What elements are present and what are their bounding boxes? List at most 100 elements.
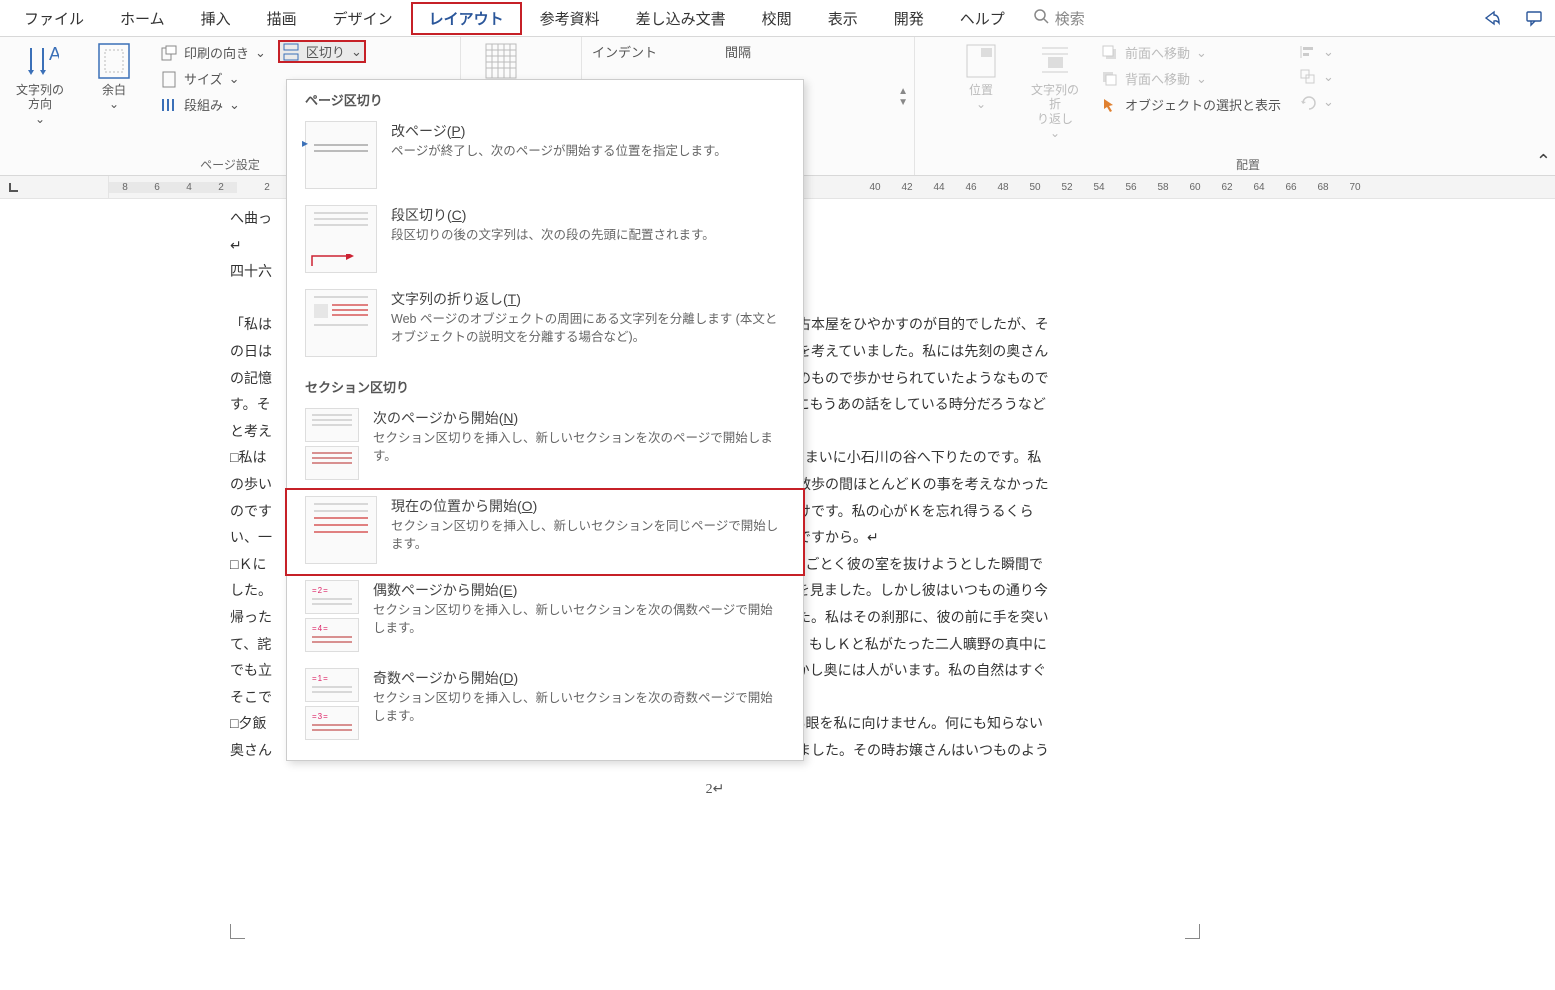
ruler-tick: 68	[1307, 182, 1339, 193]
tab-bar: ファイル ホーム 挿入 描画 デザイン レイアウト 参考資料 差し込み文書 校閲…	[0, 0, 1555, 37]
ruler-tick: 6	[141, 182, 173, 193]
size-button[interactable]: サイズ ⌄	[154, 66, 272, 91]
page-breaks-section-title: ページ区切り	[287, 80, 803, 115]
ruler-tick: 4	[173, 182, 205, 193]
ruler-tick: 50	[1019, 182, 1051, 193]
chevron-down-icon: ⌄	[976, 97, 986, 111]
margins-icon	[95, 42, 133, 80]
odd-page-section-icon: =1= =3=	[305, 668, 359, 740]
ruler-tick: 44	[923, 182, 955, 193]
columns-button[interactable]: 段組み ⌄	[154, 92, 272, 117]
chevron-down-icon: ⌄	[351, 44, 362, 60]
bring-front-label: 前面へ移動	[1125, 43, 1190, 62]
size-icon	[160, 70, 178, 88]
tab-design[interactable]: デザイン	[315, 2, 411, 35]
svg-text:A: A	[49, 44, 59, 64]
ruler-tick: 48	[987, 182, 1019, 193]
margins-button[interactable]: 余白 ⌄	[80, 40, 148, 113]
page-number: 2↵	[230, 777, 1200, 804]
column-break-item[interactable]: 段区切り(C) 段区切りの後の文字列は、次の段の先頭に配置されます。	[287, 199, 803, 283]
send-back-icon	[1101, 70, 1119, 88]
selection-pane-label: オブジェクトの選択と表示	[1125, 95, 1281, 114]
columns-label: 段組み	[184, 95, 223, 114]
orientation-button[interactable]: 印刷の向き ⌄	[154, 40, 272, 65]
chevron-down-icon: ⌄	[1323, 44, 1334, 60]
odd-page-section-item[interactable]: =1= =3= 奇数ページから開始(D) セクション区切りを挿入し、新しいセクシ…	[287, 662, 803, 750]
tab-draw[interactable]: 描画	[249, 2, 315, 35]
chevron-down-icon: ⌄	[229, 97, 240, 113]
ruler-tick: 52	[1051, 182, 1083, 193]
tab-help[interactable]: ヘルプ	[942, 2, 1023, 35]
group-objects-button[interactable]: ⌄	[1293, 65, 1340, 89]
tab-view[interactable]: 表示	[810, 2, 876, 35]
even-page-section-icon: =2= =4=	[305, 580, 359, 652]
tab-mailmerge[interactable]: 差し込み文書	[618, 2, 744, 35]
next-page-section-item[interactable]: 次のページから開始(N) セクション区切りを挿入し、新しいセクションを次のページ…	[287, 402, 803, 490]
ruler-tick: 46	[955, 182, 987, 193]
tab-developer[interactable]: 開発	[876, 2, 942, 35]
page-break-item[interactable]: ▸ 改ページ(P) ページが終了し、次のページが開始する位置を指定します。	[287, 115, 803, 199]
text-direction-label: 文字列の 方向	[16, 83, 64, 112]
tab-review[interactable]: 校閲	[744, 2, 810, 35]
continuous-section-icon	[305, 496, 377, 564]
chevron-down-icon: ⌄	[1050, 126, 1060, 140]
search-label: 検索	[1055, 8, 1085, 29]
group-icon	[1299, 68, 1317, 86]
breaks-button[interactable]: 区切り ⌄	[278, 40, 366, 63]
ruler-tick: 60	[1179, 182, 1211, 193]
tab-references[interactable]: 参考資料	[522, 2, 618, 35]
tab-insert[interactable]: 挿入	[183, 2, 249, 35]
ruler-tick: 66	[1275, 182, 1307, 193]
text-direction-button[interactable]: A 文字列の 方向 ⌄	[6, 40, 74, 128]
ruler-tick: 42	[891, 182, 923, 193]
align-icon	[1299, 43, 1317, 61]
page-corner-br	[1185, 924, 1200, 939]
search-box[interactable]: 検索	[1023, 6, 1095, 31]
send-back-button[interactable]: 背面へ移動 ⌄	[1095, 66, 1287, 91]
ruler-tick: 70	[1339, 182, 1371, 193]
spacing-header: 間隔	[721, 40, 755, 63]
continuous-section-desc: セクション区切りを挿入し、新しいセクションを同じページで開始します。	[391, 518, 785, 553]
ruler-tab-selector[interactable]	[0, 176, 109, 198]
chevron-down-icon: ⌄	[109, 97, 119, 111]
chevron-down-icon: ⌄	[255, 45, 266, 61]
ruler-tick: 58	[1147, 182, 1179, 193]
bring-front-button[interactable]: 前面へ移動 ⌄	[1095, 40, 1287, 65]
bring-front-icon	[1101, 44, 1119, 62]
ruler-tick: 62	[1211, 182, 1243, 193]
arrange-group-label: 配置	[947, 154, 1549, 175]
orientation-icon	[160, 44, 178, 62]
ruler-tick: 8	[109, 182, 141, 193]
text-wrap-break-desc: Web ページのオブジェクトの周囲にある文字列を分離します (本文とオブジェクト…	[391, 311, 785, 346]
align-button[interactable]: ⌄	[1293, 40, 1340, 64]
tab-home[interactable]: ホーム	[102, 2, 183, 35]
rotate-button[interactable]: ⌄	[1293, 90, 1340, 114]
vertical-ruler[interactable]	[0, 199, 100, 990]
send-back-label: 背面へ移動	[1125, 69, 1190, 88]
page-break-desc: ページが終了し、次のページが開始する位置を指定します。	[391, 143, 785, 161]
selection-pane-icon	[1101, 96, 1119, 114]
chevron-down-icon: ⌄	[1196, 45, 1207, 61]
column-break-icon	[305, 205, 377, 273]
breaks-icon	[282, 43, 300, 61]
text-wrap-icon	[1036, 42, 1074, 80]
ruler-tick: 64	[1243, 182, 1275, 193]
even-page-section-item[interactable]: =2= =4= 偶数ページから開始(E) セクション区切りを挿入し、新しいセクシ…	[287, 574, 803, 662]
page-break-icon: ▸	[305, 121, 377, 189]
spinner-down-icon[interactable]: ▼	[898, 97, 908, 108]
continuous-section-item[interactable]: 現在の位置から開始(O) セクション区切りを挿入し、新しいセクションを同じページ…	[285, 488, 805, 576]
even-page-section-desc: セクション区切りを挿入し、新しいセクションを次の偶数ページで開始します。	[373, 602, 785, 637]
share-button[interactable]	[1477, 5, 1507, 31]
ruler-tick: 2	[251, 182, 283, 193]
position-button[interactable]: 位置 ⌄	[947, 40, 1015, 113]
comment-button[interactable]	[1519, 5, 1549, 31]
tab-layout[interactable]: レイアウト	[411, 2, 522, 35]
selection-pane-button[interactable]: オブジェクトの選択と表示	[1095, 92, 1287, 117]
odd-page-section-desc: セクション区切りを挿入し、新しいセクションを次の奇数ページで開始します。	[373, 690, 785, 725]
text-wrap-break-item[interactable]: 文字列の折り返し(T) Web ページのオブジェクトの周囲にある文字列を分離しま…	[287, 283, 803, 367]
tab-file[interactable]: ファイル	[6, 2, 102, 35]
ribbon-collapse-button[interactable]: ⌃	[1536, 151, 1551, 172]
spinner-up-icon[interactable]: ▲	[898, 86, 908, 97]
text-wrap-button[interactable]: 文字列の折 り返し ⌄	[1021, 40, 1089, 142]
chevron-down-icon: ⌄	[35, 112, 45, 126]
